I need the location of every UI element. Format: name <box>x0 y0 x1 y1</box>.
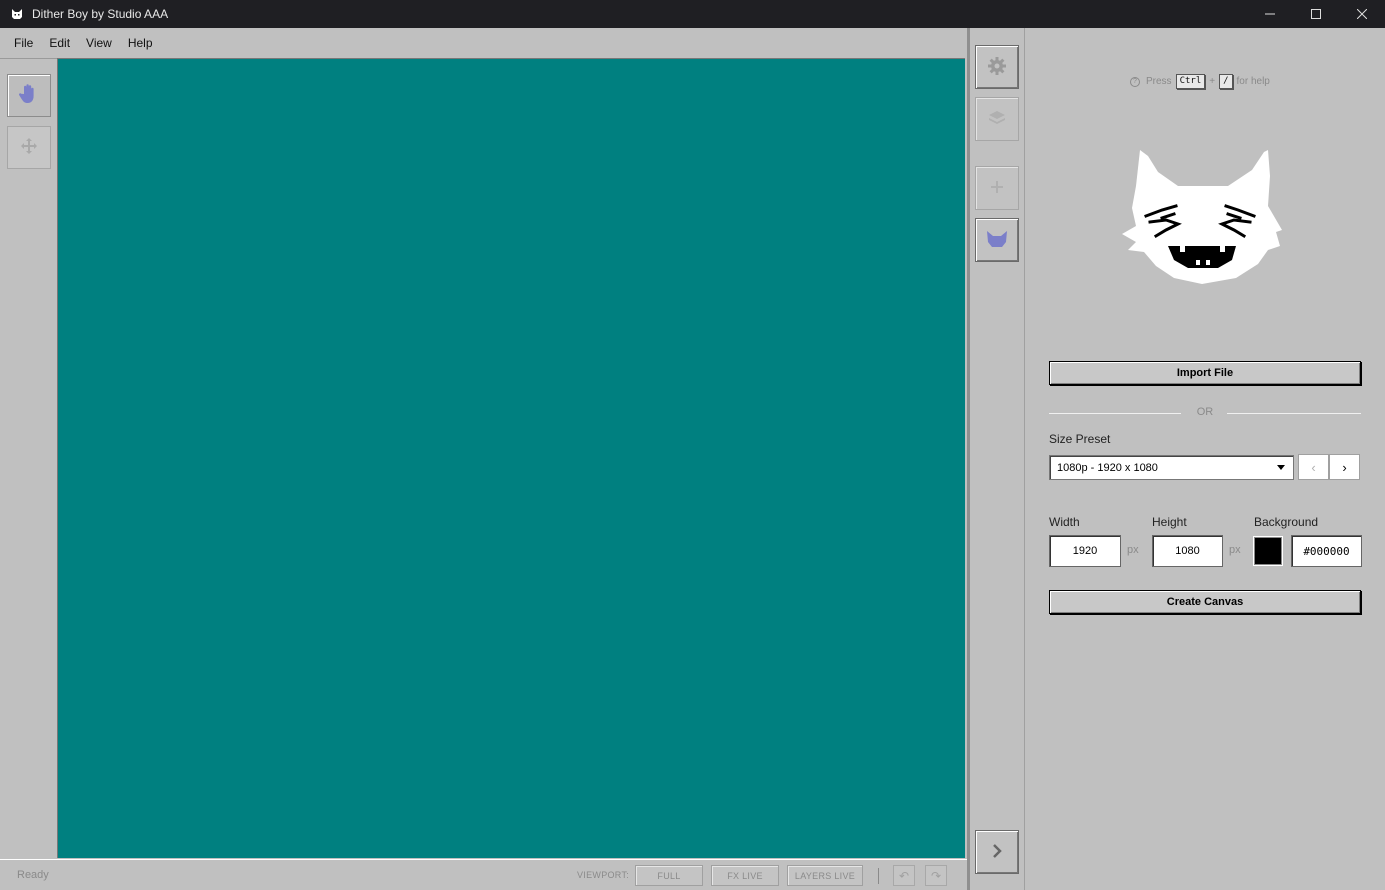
width-label: Width <box>1049 515 1080 529</box>
title-bar: Dither Boy by Studio AAA <box>0 0 1385 28</box>
menu-bar: File Edit View Help <box>0 28 967 58</box>
help-press-text: Press <box>1146 76 1172 87</box>
height-label: Height <box>1152 515 1187 529</box>
hand-icon <box>18 83 40 108</box>
viewport-label: VIEWPORT: <box>577 870 630 880</box>
menu-edit[interactable]: Edit <box>41 36 78 50</box>
height-input[interactable]: 1080 <box>1152 535 1223 567</box>
settings-button[interactable] <box>975 45 1019 89</box>
ctrl-key: Ctrl <box>1175 74 1206 89</box>
maximize-button[interactable] <box>1293 0 1339 28</box>
status-bar: Ready VIEWPORT: FULL FX LIVE LAYERS LIVE… <box>0 859 967 890</box>
cat-icon <box>985 229 1009 252</box>
close-button[interactable] <box>1339 0 1385 28</box>
width-input[interactable]: 1920 <box>1049 535 1121 567</box>
background-color-swatch[interactable] <box>1254 537 1282 565</box>
chevron-right-icon <box>991 843 1003 861</box>
background-hex-input[interactable]: #000000 <box>1291 535 1362 567</box>
chevron-right-small-icon: › <box>1342 459 1347 475</box>
menu-file[interactable]: File <box>6 36 41 50</box>
new-canvas-panel: ? Press Ctrl + / for help Import File OR… <box>1026 28 1385 890</box>
undo-icon: ↶ <box>898 868 910 883</box>
help-suffix-text: for help <box>1236 76 1270 87</box>
help-hint: ? Press Ctrl + / for help <box>1130 74 1270 89</box>
background-label: Background <box>1254 515 1319 529</box>
size-preset-value: 1080p - 1920 x 1080 <box>1057 461 1158 474</box>
cat-button[interactable] <box>975 218 1019 262</box>
minimize-button[interactable] <box>1247 0 1293 28</box>
preset-prev-button[interactable]: ‹ <box>1298 454 1329 480</box>
or-label: OR <box>1196 406 1214 418</box>
move-tool-button[interactable] <box>7 126 51 169</box>
window-title: Dither Boy by Studio AAA <box>32 7 169 21</box>
viewport-fx-live-button[interactable]: FX LIVE <box>711 865 779 886</box>
viewport-full-button[interactable]: FULL <box>635 865 703 886</box>
canvas-viewport[interactable] <box>57 58 965 858</box>
status-text: Ready <box>17 869 49 881</box>
app-cat-icon <box>10 7 24 21</box>
menu-help[interactable]: Help <box>120 36 161 50</box>
height-unit: px <box>1229 544 1241 556</box>
workspace-pane: File Edit View Help Ready VIEWPORT: FULL… <box>0 28 967 890</box>
menu-view[interactable]: View <box>78 36 120 50</box>
chevron-left-icon: ‹ <box>1311 459 1316 475</box>
create-canvas-button[interactable]: Create Canvas <box>1049 590 1361 614</box>
layers-button[interactable] <box>975 97 1019 141</box>
width-unit: px <box>1127 544 1139 556</box>
move-icon <box>19 136 39 159</box>
tool-strip <box>0 58 57 858</box>
add-button[interactable] <box>975 166 1019 210</box>
help-plus-text: + <box>1209 76 1216 87</box>
status-separator <box>878 868 879 884</box>
size-preset-label: Size Preset <box>1049 432 1111 446</box>
undo-button[interactable]: ↶ <box>893 865 915 886</box>
help-circle-icon: ? <box>1130 76 1140 87</box>
side-toolbar <box>970 28 1025 890</box>
redo-icon: ↷ <box>930 868 942 883</box>
dither-boy-logo <box>1118 146 1288 286</box>
collapse-panel-button[interactable] <box>975 830 1019 874</box>
redo-button[interactable]: ↷ <box>925 865 947 886</box>
or-divider: OR <box>1049 406 1361 422</box>
or-line-right <box>1227 413 1361 414</box>
import-file-button[interactable]: Import File <box>1049 361 1361 385</box>
preset-next-button[interactable]: › <box>1329 454 1360 480</box>
plus-icon <box>990 180 1004 197</box>
viewport-layers-live-button[interactable]: LAYERS LIVE <box>787 865 863 886</box>
gear-icon <box>987 56 1007 79</box>
slash-key: / <box>1219 74 1233 89</box>
size-preset-select[interactable]: 1080p - 1920 x 1080 <box>1049 455 1294 480</box>
dropdown-arrow-icon <box>1277 465 1285 470</box>
layers-icon <box>987 108 1007 131</box>
hand-tool-button[interactable] <box>7 74 51 117</box>
